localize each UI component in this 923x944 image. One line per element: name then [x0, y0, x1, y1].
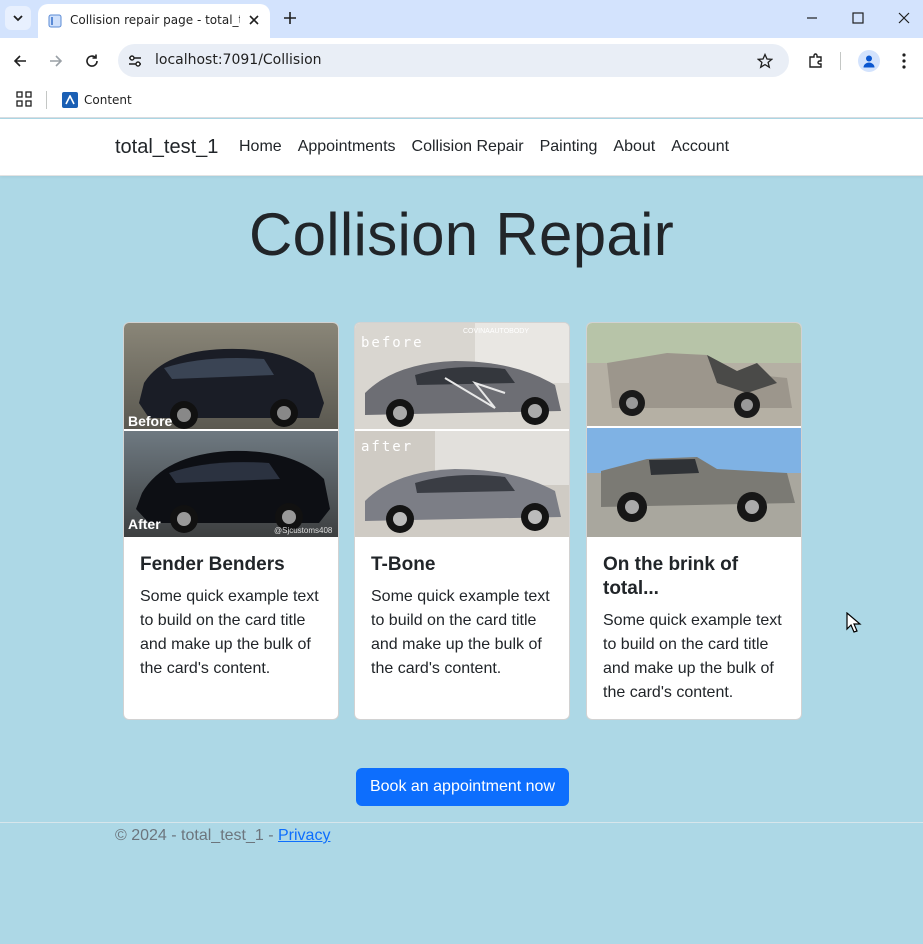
tab-close-button[interactable]: [246, 12, 262, 28]
tune-icon: [129, 55, 141, 67]
card-image-t-bone: before after COVINAAUTOBODY: [355, 323, 569, 537]
close-icon: [898, 12, 910, 24]
card-brink-of-total: On the brink of total... Some quick exam…: [586, 322, 802, 720]
nav-painting[interactable]: Painting: [532, 138, 606, 156]
before-label: before: [361, 335, 424, 351]
bookmark-content[interactable]: Content: [62, 90, 132, 110]
privacy-link[interactable]: Privacy: [278, 827, 330, 844]
new-tab-button[interactable]: [281, 9, 299, 27]
browser-tabstrip: Collision repair page - total_test_1: [0, 0, 923, 38]
window-close-button[interactable]: [894, 8, 914, 28]
card-image-fender-benders: Before After @Sjcustoms408: [124, 323, 338, 537]
site-info-button[interactable]: [126, 52, 144, 70]
more-vert-icon: [902, 53, 906, 69]
card-image-brink-of-total: [587, 323, 801, 537]
card-body: Fender Benders Some quick example text t…: [140, 553, 326, 681]
puzzle-icon: [809, 53, 822, 68]
bookmarks-bar: Content: [0, 83, 923, 118]
chevron-down-icon: [13, 15, 23, 22]
card-text: Some quick example text to build on the …: [140, 588, 319, 677]
card-t-bone: before after COVINAAUTOBODY T-Bone Some …: [354, 322, 570, 720]
footer: © 2024 - total_test_1 - Privacy: [115, 827, 330, 845]
card-body: On the brink of total... Some quick exam…: [603, 553, 789, 705]
card-text: Some quick example text to build on the …: [603, 612, 782, 701]
nav-home[interactable]: Home: [231, 138, 290, 156]
card-title: T-Bone: [371, 554, 436, 575]
address-bar[interactable]: localhost:7091/Collision: [118, 44, 789, 77]
url-text[interactable]: localhost:7091/Collision: [155, 52, 322, 68]
book-appointment-button[interactable]: Book an appointment now: [356, 768, 569, 806]
after-label: After: [128, 516, 161, 532]
card-text: Some quick example text to build on the …: [371, 588, 550, 677]
nav-appointments[interactable]: Appointments: [290, 138, 404, 156]
browser-menu-button[interactable]: [893, 50, 915, 72]
star-icon: [757, 53, 773, 69]
minimize-button[interactable]: [802, 8, 822, 28]
footer-divider: [0, 822, 923, 823]
minimize-icon: [807, 17, 817, 19]
browser-toolbar: localhost:7091/Collision: [0, 38, 923, 83]
nav-account[interactable]: Account: [663, 138, 737, 156]
profile-avatar-button[interactable]: [858, 50, 880, 72]
site-navbar: total_test_1 Home Appointments Collision…: [0, 119, 923, 176]
content-bookmark-icon: [62, 92, 78, 108]
card-title: Fender Benders: [140, 554, 285, 575]
maximize-button[interactable]: [848, 8, 868, 28]
back-button[interactable]: [9, 50, 31, 72]
maximize-icon: [852, 12, 864, 24]
toolbar-divider: [840, 52, 841, 70]
page-favicon-icon: [48, 14, 62, 28]
bookmark-separator: [46, 91, 47, 109]
site-brand[interactable]: total_test_1: [115, 136, 218, 159]
extensions-button[interactable]: [805, 50, 827, 72]
watermark-label: @Sjcustoms408: [274, 526, 333, 535]
card-body: T-Bone Some quick example text to build …: [371, 553, 557, 681]
mouse-cursor-icon: [846, 612, 862, 633]
tab-title: Collision repair page - total_test_1: [70, 13, 240, 27]
tab-search-button[interactable]: [5, 6, 31, 30]
bookmark-label: Content: [84, 93, 132, 107]
person-icon: [863, 55, 875, 68]
page-title: Collision Repair: [249, 201, 674, 268]
close-icon: [249, 15, 259, 25]
reload-icon: [86, 54, 98, 67]
apps-grid-icon[interactable]: [16, 91, 32, 107]
footer-text: © 2024 - total_test_1 -: [115, 827, 278, 844]
arrow-left-icon: [13, 55, 26, 67]
reload-button[interactable]: [81, 50, 103, 72]
plus-icon: [284, 12, 296, 24]
card-title: On the brink of total...: [603, 554, 739, 599]
nav-collision-repair[interactable]: Collision Repair: [404, 138, 532, 156]
card-fender-benders: Before After @Sjcustoms408 Fender Bender…: [123, 322, 339, 720]
bookmark-star-button[interactable]: [755, 51, 775, 71]
before-label: Before: [128, 413, 173, 429]
forward-button[interactable]: [45, 50, 67, 72]
after-label: after: [361, 439, 413, 455]
active-tab[interactable]: Collision repair page - total_test_1: [38, 4, 270, 38]
nav-links: Home Appointments Collision Repair Paint…: [231, 138, 737, 156]
arrow-right-icon: [50, 55, 63, 67]
nav-about[interactable]: About: [605, 138, 663, 156]
watermark-label: COVINAAUTOBODY: [463, 328, 529, 335]
